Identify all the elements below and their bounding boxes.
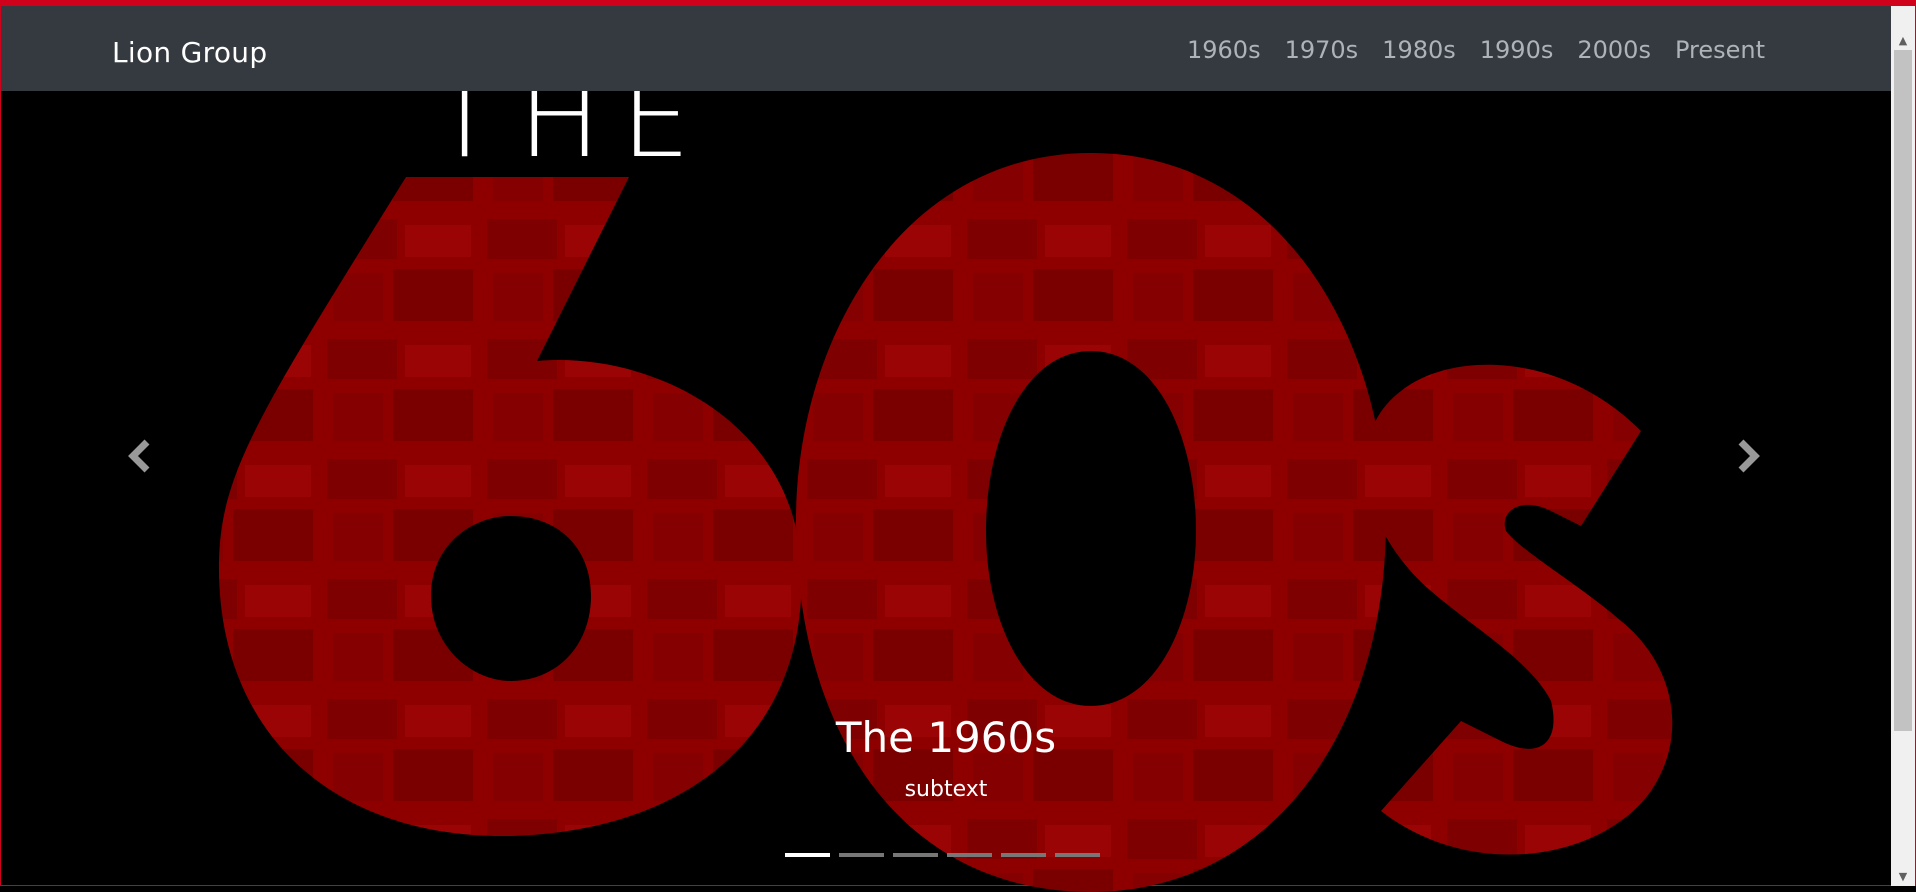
carousel-next-button[interactable] (1719, 421, 1779, 491)
carousel-caption-subtext: subtext (904, 777, 988, 802)
carousel-indicator[interactable] (1001, 853, 1046, 857)
carousel-indicators (785, 853, 1100, 857)
carousel-prev-button[interactable] (109, 421, 169, 491)
nav-link-1980s[interactable]: 1980s (1382, 36, 1456, 64)
nav-link-1970s[interactable]: 1970s (1285, 36, 1359, 64)
chevron-left-icon (128, 439, 150, 473)
carousel-indicator[interactable] (785, 853, 830, 857)
carousel-indicator[interactable] (947, 853, 992, 857)
scroll-down-arrow-icon[interactable]: ▼ (1891, 866, 1915, 886)
carousel-indicator[interactable] (1055, 853, 1100, 857)
hero-slide-image: THE (218, 91, 1673, 892)
chevron-right-icon (1738, 439, 1760, 473)
scroll-up-arrow-icon[interactable]: ▲ (1891, 30, 1915, 50)
vertical-scrollbar[interactable]: ▲ ▼ (1891, 6, 1915, 886)
nav-link-1960s[interactable]: 1960s (1187, 36, 1261, 64)
top-navbar: Lion Group 1960s 1970s 1980s 1990s 2000s… (1, 6, 1891, 91)
nav-link-present[interactable]: Present (1675, 36, 1765, 64)
hero-art-small-text: THE (431, 91, 710, 182)
brand-logo-link[interactable]: Lion Group (112, 36, 267, 69)
nav-links: 1960s 1970s 1980s 1990s 2000s Present (1163, 36, 1765, 64)
hero-carousel: THE The 1960s subtext (1, 91, 1891, 892)
scrollbar-thumb[interactable] (1894, 50, 1912, 731)
carousel-indicator[interactable] (893, 853, 938, 857)
carousel-indicator[interactable] (839, 853, 884, 857)
nav-link-2000s[interactable]: 2000s (1577, 36, 1651, 64)
nav-link-1990s[interactable]: 1990s (1480, 36, 1554, 64)
carousel-caption-title: The 1960s (835, 713, 1057, 762)
